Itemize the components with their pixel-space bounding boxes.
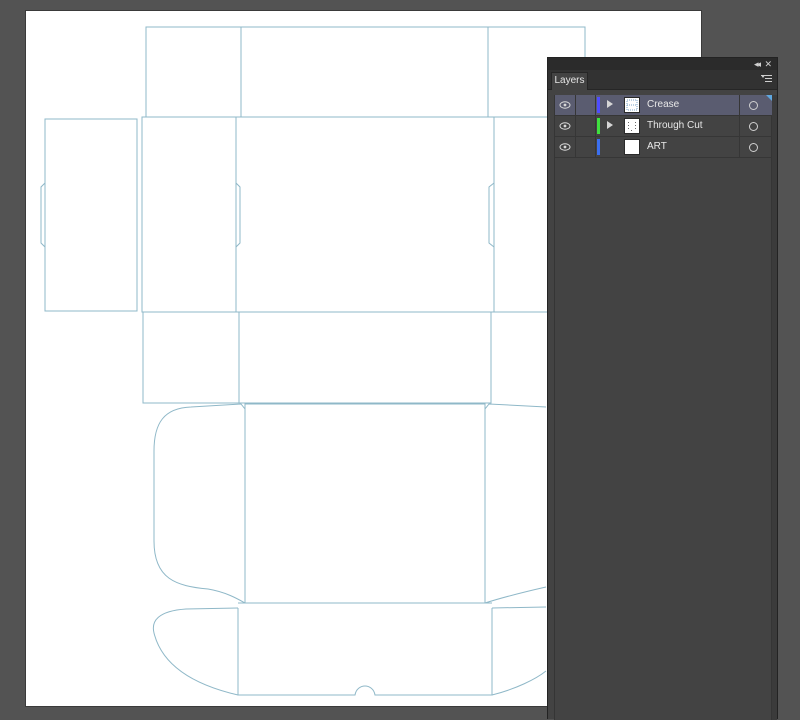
layer-name[interactable]: Crease — [647, 95, 679, 115]
dieline-bottom-left-flap — [152, 607, 239, 696]
target-circle-icon — [749, 143, 758, 152]
layer-row-art[interactable]: ART — [555, 137, 772, 158]
panel-menu-icon[interactable] — [761, 73, 772, 84]
eye-icon — [559, 122, 571, 130]
dieline-left-tab — [40, 182, 46, 248]
layers-panel: ◂◂ ✕ Layers Crease Through Cut ART — [547, 57, 778, 720]
layer-color-swatch — [597, 139, 600, 155]
target-circle-icon — [749, 101, 758, 110]
panel-titlebar[interactable]: ◂◂ ✕ — [548, 58, 777, 70]
tab-layers[interactable]: Layers — [551, 72, 588, 90]
expand-arrow-icon[interactable] — [607, 100, 613, 108]
dieline-front-panel — [235, 116, 495, 313]
dieline-left-notch — [235, 182, 241, 248]
layer-thumbnail — [624, 97, 640, 113]
dieline-left-panel — [141, 116, 237, 313]
layer-color-swatch — [597, 118, 600, 134]
visibility-toggle[interactable] — [555, 116, 576, 136]
dieline-right-notch — [488, 182, 495, 248]
dieline-top-lid — [145, 26, 586, 117]
target-circle-icon — [749, 122, 758, 131]
dieline-base-left-flap — [153, 403, 246, 604]
dieline-left-flap — [44, 118, 138, 312]
eye-icon — [559, 143, 571, 151]
layer-list: Crease Through Cut ART — [554, 95, 772, 720]
collapse-icon[interactable]: ◂◂ — [754, 58, 761, 70]
dieline-bottom-left — [142, 311, 240, 404]
target-button[interactable] — [739, 137, 772, 157]
layer-name[interactable]: Through Cut — [647, 116, 703, 136]
panel-tab-row: Layers — [548, 70, 777, 90]
target-button[interactable] — [739, 116, 772, 136]
lock-toggle[interactable] — [576, 116, 596, 136]
dieline-base-right-flap — [484, 403, 547, 604]
expand-arrow-icon[interactable] — [607, 121, 613, 129]
eye-icon — [559, 101, 571, 109]
layer-row-through-cut[interactable]: Through Cut — [555, 116, 772, 137]
panel-scrollbar[interactable] — [772, 95, 777, 720]
dieline-bottom-flap — [237, 608, 493, 696]
dieline-bottom-right-flap — [491, 606, 547, 696]
layer-thumbnail — [624, 118, 640, 134]
dieline-base-panel — [244, 403, 486, 604]
layer-row-crease[interactable]: Crease — [555, 95, 772, 116]
visibility-toggle[interactable] — [555, 137, 576, 157]
dieline-bottom-panel — [238, 311, 492, 404]
layer-thumbnail — [624, 139, 640, 155]
lock-toggle[interactable] — [576, 95, 596, 115]
lock-toggle[interactable] — [576, 137, 596, 157]
visibility-toggle[interactable] — [555, 95, 576, 115]
layer-name[interactable]: ART — [647, 137, 667, 157]
layer-color-swatch — [597, 97, 600, 113]
close-icon[interactable]: ✕ — [764, 58, 772, 70]
